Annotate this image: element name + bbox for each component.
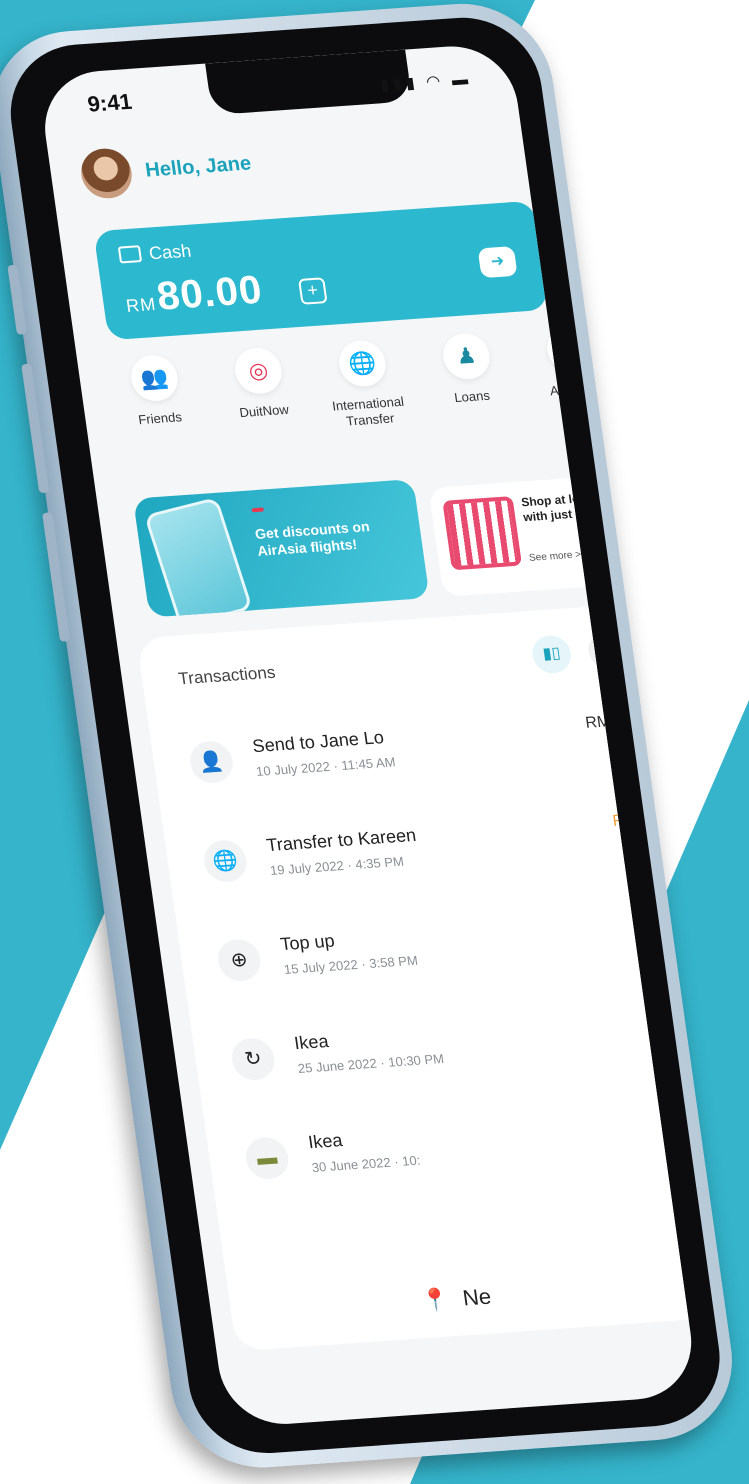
cash-balance: RM80.00 [122, 267, 266, 322]
transaction-row[interactable]: ↻ Ikea 25 June 2022 · 10:30 PM [228, 997, 699, 1111]
transaction-name: Ikea [306, 1130, 344, 1153]
action-friends[interactable]: 👥 Friends [101, 352, 211, 430]
card-payment-icon: ▬ [243, 1135, 291, 1181]
action-loans[interactable]: ♟ Loans [413, 330, 523, 408]
transaction-date: 25 June 2022 · 10:30 PM [296, 1050, 445, 1077]
bottom-nav-label: Ne [461, 1283, 493, 1311]
transaction-row[interactable]: 👤 Send to Jane Lo 10 July 2022 · 11:45 A… [186, 700, 697, 814]
quick-actions: 👥 Friends ◎ DuitNow 🌐 International Tran… [101, 322, 638, 477]
transaction-date: 10 July 2022 · 11:45 AM [255, 754, 397, 779]
cash-label: Cash [117, 240, 193, 267]
refund-icon: ↻ [229, 1036, 278, 1082]
transactions-title: Transactions [177, 662, 277, 689]
wallet-icon [117, 245, 143, 264]
transaction-date: 19 July 2022 · 4:35 PM [269, 853, 405, 878]
top-up-icon: ⊕ [215, 937, 264, 983]
loans-icon: ♟ [440, 331, 493, 381]
promo-banner-airasia[interactable]: Get discounts on AirAsia flights! [132, 479, 430, 618]
action-label: DuitNow [238, 401, 290, 421]
action-international-transfer[interactable]: 🌐 International Transfer [309, 337, 421, 431]
promo-tag [251, 507, 265, 513]
transaction-row[interactable]: 🌐 Transfer to Kareen 19 July 2022 · 4:35… [200, 799, 699, 913]
bell-icon[interactable]: 🔔 [527, 168, 555, 193]
promo-phone-image [143, 497, 253, 618]
globe-icon: 🌐 [201, 838, 250, 884]
greeting-text: Hello, Jane [143, 152, 253, 182]
toggle-balance-icon[interactable]: ➜ [477, 246, 518, 279]
qr-code-icon [442, 496, 523, 571]
transaction-row[interactable]: ⊕ Top up 15 July 2022 · 3:58 PM RM [214, 898, 699, 1012]
bottom-nav-item[interactable]: 📍 Ne [420, 1284, 493, 1315]
contact-avatar-icon: 👤 [187, 739, 236, 785]
action-label: Friends [137, 409, 183, 428]
cash-card[interactable]: Cash RM80.00 + ➜ [93, 200, 549, 341]
friends-icon: 👥 [128, 353, 181, 403]
transactions-panel: Transactions ▮▯ ⤢ 👤 Send to Jane Lo 10 J… [136, 599, 700, 1352]
transaction-name: Transfer to Kareen [265, 824, 418, 856]
promo-link[interactable]: See more > [528, 549, 582, 564]
transaction-date: 15 July 2022 · 3:58 PM [282, 952, 419, 977]
transaction-row[interactable]: ▬ Ikea 30 June 2022 · 10: [242, 1096, 699, 1210]
chart-view-icon[interactable]: ▮▯ [530, 634, 574, 675]
promo-title: Get discounts on AirAsia flights! [253, 518, 371, 559]
duitnow-icon: ◎ [232, 346, 285, 396]
transaction-name: Top up [279, 930, 336, 955]
add-money-icon[interactable]: + [298, 277, 328, 305]
balance-amount: 80.00 [154, 267, 266, 319]
transaction-name: Ikea [292, 1031, 330, 1054]
transaction-date: 30 June 2022 · 10: [310, 1152, 422, 1176]
action-label: International Transfer [331, 393, 405, 429]
transaction-name: Send to Jane Lo [251, 727, 386, 757]
action-label: Loans [453, 387, 491, 406]
status-time: 9:41 [85, 88, 134, 117]
action-duitnow[interactable]: ◎ DuitNow [205, 345, 315, 423]
currency-label: RM [124, 294, 158, 316]
cash-label-text: Cash [147, 240, 193, 264]
avatar[interactable] [77, 146, 135, 200]
globe-icon: 🌐 [336, 339, 389, 388]
location-pin-icon: 📍 [419, 1286, 451, 1314]
